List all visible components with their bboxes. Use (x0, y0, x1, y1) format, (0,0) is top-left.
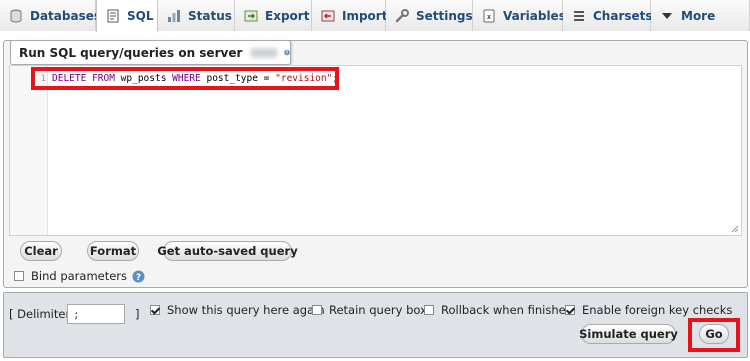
legend-text: Run SQL query/queries on server (19, 45, 243, 60)
clear-button[interactable]: Clear (20, 241, 62, 261)
export-icon (244, 10, 258, 21)
svg-text:?: ? (136, 273, 141, 283)
tab-more[interactable]: More (651, 0, 750, 31)
bind-parameters-label: Bind parameters (31, 269, 128, 283)
charsets-icon (574, 10, 584, 21)
panel-legend: Run SQL query/queries on server ? (10, 40, 291, 65)
tab-label: Databases (30, 8, 102, 23)
tab-variables[interactable]: x Variables (473, 0, 566, 31)
simulate-query-button[interactable]: Simulate query (579, 324, 678, 344)
delimiter-close-bracket: ] (135, 307, 140, 321)
option-retain-query-box[interactable]: Retain query box (312, 302, 427, 318)
tab-label: Export (265, 8, 310, 23)
import-icon (321, 10, 335, 21)
tab-export[interactable]: Export (235, 0, 312, 31)
tab-label: Import (342, 8, 388, 23)
delimiter-input[interactable]: ; (67, 304, 125, 324)
tab-sql[interactable]: SQL (96, 0, 158, 32)
tab-label: SQL (127, 9, 154, 23)
get-auto-saved-query-button[interactable]: Get auto-saved query (157, 241, 298, 261)
delimiter-label: [ Delimiter (9, 307, 71, 321)
bind-parameters-checkbox[interactable] (14, 271, 24, 281)
status-icon (168, 9, 180, 22)
tab-import[interactable]: Import (312, 0, 388, 31)
go-highlight-box (688, 318, 740, 352)
option-label: Rollback when finished (441, 303, 573, 317)
bind-parameters-row[interactable]: Bind parameters ? (14, 268, 145, 284)
retain-query-box-checkbox[interactable] (312, 305, 322, 315)
option-label: Enable foreign key checks (582, 303, 733, 317)
tab-label: Charsets (593, 8, 653, 23)
sql-editor[interactable]: 1 DELETE FROM wp_posts WHERE post_type =… (9, 65, 742, 236)
enable-foreign-key-checks-checkbox[interactable] (565, 305, 575, 315)
tab-label: Settings (416, 8, 473, 23)
sql-icon (107, 9, 119, 23)
help-icon[interactable]: ? (284, 46, 290, 59)
tab-label: More (681, 8, 716, 23)
database-icon (10, 9, 22, 23)
option-enable-foreign-key-checks[interactable]: Enable foreign key checks (565, 302, 732, 318)
tab-status[interactable]: Status (158, 0, 235, 31)
option-label: Show this query here again (167, 303, 325, 317)
tab-databases[interactable]: Databases (0, 0, 101, 31)
option-rollback-when-finished[interactable]: Rollback when finished (424, 302, 573, 318)
option-show-query-again[interactable]: Show this query here again (150, 302, 325, 318)
top-tab-bar: Databases SQL Status Export Import Setti… (0, 0, 750, 32)
rollback-when-finished-checkbox[interactable] (424, 305, 434, 315)
triangle-down-icon (662, 12, 672, 19)
line-number-gutter: 1 (10, 66, 48, 235)
tab-label: Status (188, 8, 232, 23)
variables-icon: x (483, 9, 495, 22)
show-query-again-checkbox[interactable] (150, 305, 160, 315)
format-button[interactable]: Format (87, 241, 139, 261)
wrench-icon (395, 8, 409, 22)
help-icon[interactable]: ? (132, 270, 145, 283)
tab-charsets[interactable]: Charsets (563, 0, 653, 31)
query-highlight-box (31, 67, 339, 90)
tab-settings[interactable]: Settings (386, 0, 473, 31)
option-label: Retain query box (329, 303, 427, 317)
server-name-redacted (250, 47, 279, 58)
resize-grip-icon[interactable] (731, 225, 739, 233)
tab-label: Variables (503, 8, 566, 23)
